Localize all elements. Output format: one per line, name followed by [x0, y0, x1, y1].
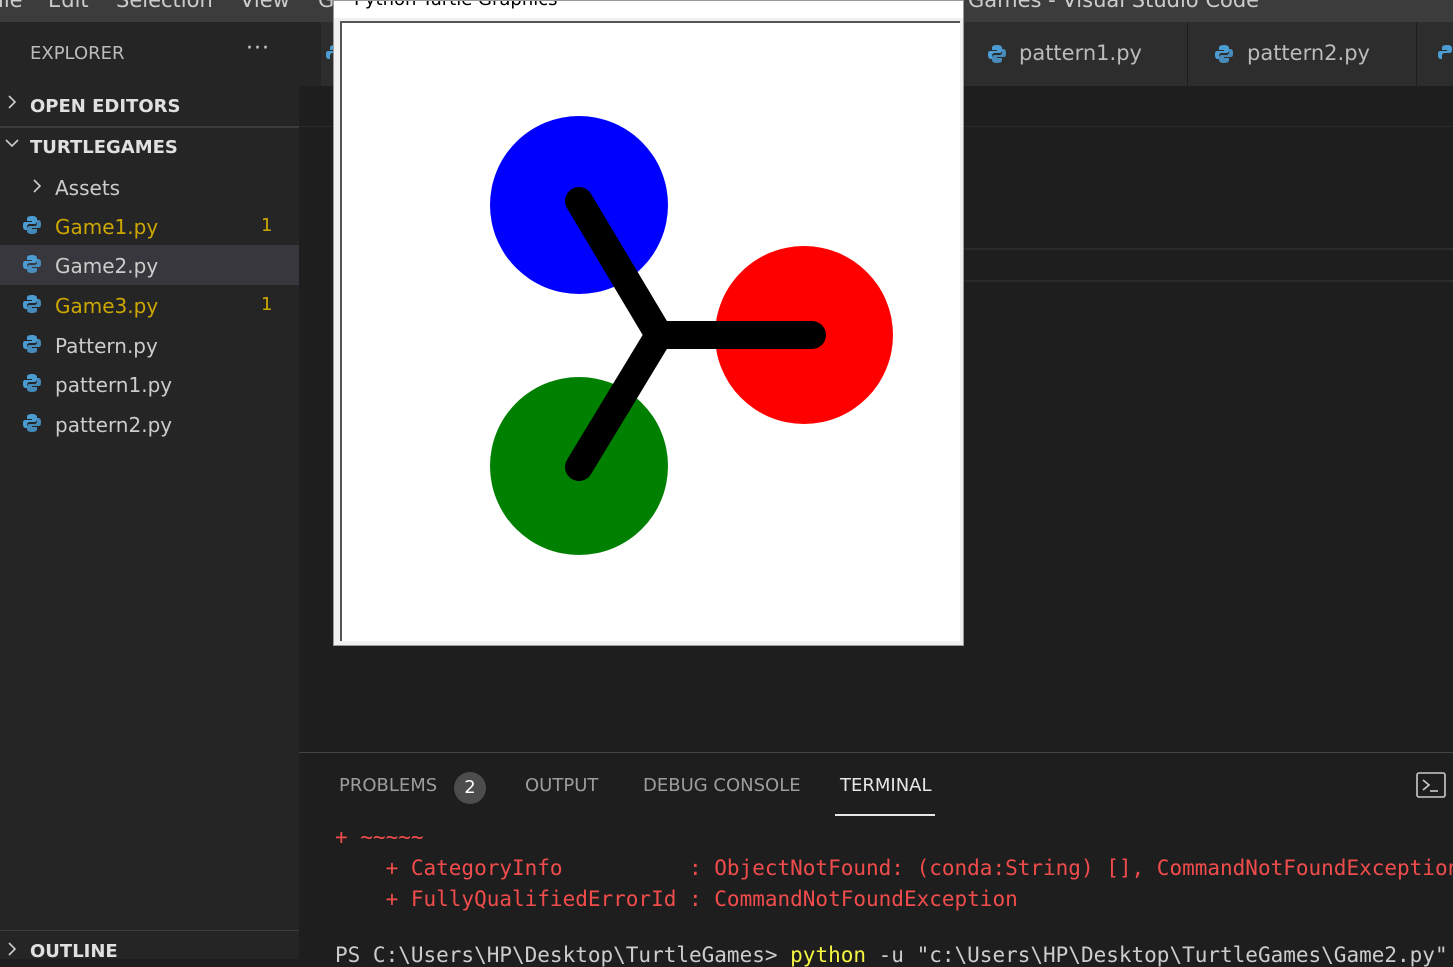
tree-item-label: Pattern.py: [55, 334, 158, 358]
python-file-icon: [1215, 45, 1233, 63]
menu-view[interactable]: View: [240, 0, 290, 12]
menu-go[interactable]: G: [318, 0, 334, 12]
turtle-window-title: Python Turtle Graphics: [354, 1, 558, 10]
python-file-icon: [23, 255, 41, 273]
python-file-icon: [23, 216, 41, 234]
prompt-path: PS C:\Users\HP\Desktop\TurtleGames>: [335, 943, 791, 967]
active-tab-indicator: [835, 814, 935, 816]
bottom-panel: PROBLEMS 2 OUTPUT DEBUG CONSOLE TERMINAL…: [299, 752, 1453, 967]
python-file-icon: [1438, 45, 1452, 59]
menu-selection[interactable]: Selection: [116, 0, 213, 12]
problem-count-badge: 1: [261, 215, 273, 236]
tree-item-pattern1[interactable]: pattern1.py: [0, 364, 299, 404]
problem-count-badge: 1: [261, 294, 273, 315]
tree-item-pattern2[interactable]: pattern2.py: [0, 404, 299, 444]
python-file-icon: [23, 414, 41, 432]
problems-count-badge: 2: [454, 772, 486, 804]
tree-item-label: pattern1.py: [55, 373, 173, 397]
explorer-sidebar: EXPLORER ··· OPEN EDITORS TURTLEGAMES As…: [0, 22, 299, 958]
outline-label: OUTLINE: [30, 941, 118, 962]
terminal-line: + FullyQualifiedErrorId : CommandNotFoun…: [335, 887, 1018, 911]
editor-divider: [962, 248, 1453, 250]
terminal-prompt: PS C:\Users\HP\Desktop\TurtleGames> pyth…: [335, 943, 1448, 967]
open-editors-label: OPEN EDITORS: [30, 96, 181, 117]
tree-item-label: Game1.py: [55, 215, 159, 239]
chevron-right-icon: [33, 179, 42, 193]
chevron-down-icon: [5, 139, 19, 148]
editor-divider: [962, 280, 1453, 282]
tab-pattern2[interactable]: pattern2.py: [1188, 22, 1417, 86]
window-title: Games - Visual Studio Code: [968, 0, 1260, 12]
folder-label: TURTLEGAMES: [30, 137, 178, 158]
prompt-args: -u "c:\Users\HP\Desktop\TurtleGames\Game…: [866, 943, 1448, 967]
prompt-command: python: [790, 943, 867, 967]
tree-item-label: pattern2.py: [55, 413, 173, 437]
turtle-window[interactable]: Python Turtle Graphics: [333, 0, 964, 646]
explorer-title: EXPLORER: [30, 43, 125, 64]
tab-pattern1[interactable]: pattern1.py: [963, 22, 1188, 86]
tab-output[interactable]: OUTPUT: [525, 775, 598, 796]
tree-item-label: Game2.py: [55, 254, 159, 278]
tree-item-label: Game3.py: [55, 294, 159, 318]
tree-item-game3[interactable]: Game3.py 1: [0, 285, 299, 325]
tab-problems[interactable]: PROBLEMS: [339, 775, 437, 796]
terminal-line: + CategoryInfo : ObjectNotFound: (conda:…: [335, 856, 1453, 880]
chevron-right-icon: [8, 942, 17, 956]
open-editors-section[interactable]: OPEN EDITORS: [0, 86, 299, 126]
tab-label: pattern2.py: [1247, 41, 1370, 65]
menu-edit[interactable]: Edit: [48, 0, 89, 12]
tree-item-assets[interactable]: Assets: [0, 167, 299, 207]
outline-section[interactable]: OUTLINE: [0, 930, 299, 962]
tab-label: pattern1.py: [1019, 41, 1142, 65]
folder-section[interactable]: TURTLEGAMES: [0, 127, 299, 167]
tab-terminal[interactable]: TERMINAL: [840, 775, 932, 796]
tab-debug-console[interactable]: DEBUG CONSOLE: [643, 775, 801, 796]
tab-partial-right[interactable]: [1417, 22, 1453, 86]
menu-file[interactable]: ile: [0, 0, 23, 12]
more-actions-icon[interactable]: ···: [246, 36, 270, 61]
terminal-icon[interactable]: [1416, 771, 1446, 799]
turtle-title-bar[interactable]: Python Turtle Graphics: [334, 1, 963, 18]
turtle-canvas: [340, 21, 960, 641]
tree-item-label: Assets: [55, 176, 121, 200]
python-file-icon: [23, 374, 41, 392]
python-file-icon: [23, 295, 41, 313]
tree-item-game2[interactable]: Game2.py: [0, 245, 299, 285]
python-file-icon: [23, 335, 41, 353]
tree-item-game1[interactable]: Game1.py 1: [0, 206, 299, 246]
chevron-right-icon: [8, 95, 17, 109]
python-file-icon: [988, 45, 1006, 63]
tree-item-pattern[interactable]: Pattern.py: [0, 325, 299, 365]
terminal-line: + ~~~~~: [335, 825, 424, 849]
